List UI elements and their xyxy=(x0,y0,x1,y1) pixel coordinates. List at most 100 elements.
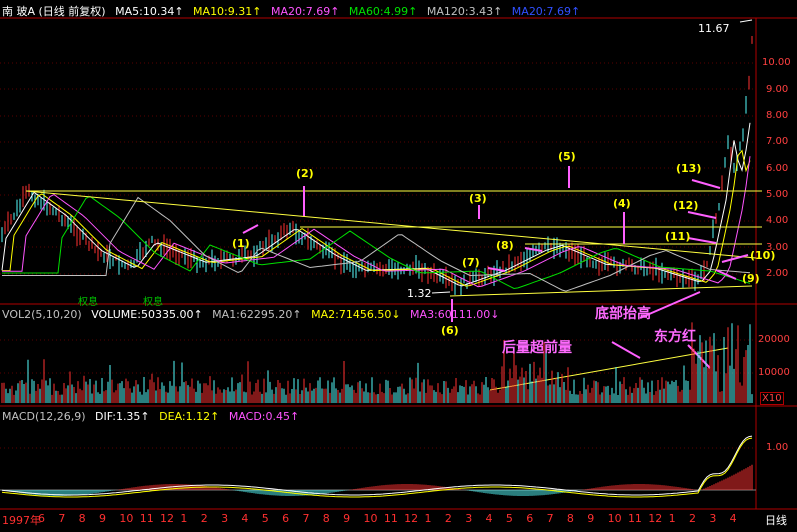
vol-ma1: MA1:62295.20↑ xyxy=(212,308,302,321)
x-tick-label: 7 xyxy=(546,512,554,525)
x-tick-label: 1997年 xyxy=(2,514,41,527)
x-tick-label: 9 xyxy=(587,512,595,525)
x-tick-label: 8 xyxy=(322,512,330,525)
price-tick-9: 9.00 xyxy=(766,84,789,95)
price-tick-5: 5.00 xyxy=(766,189,789,200)
macd-dif: DIF:1.35↑ xyxy=(95,410,150,423)
x-tick-label: 12 xyxy=(404,512,419,525)
macd-dea: DEA:1.12↑ xyxy=(159,410,220,423)
low-price-label: 1.32 xyxy=(407,287,432,300)
annotation-5: (5) xyxy=(558,150,576,163)
ma5-value: MA5:10.34↑ xyxy=(115,5,184,18)
ma10-line xyxy=(2,149,751,287)
x-tick-label: 5 xyxy=(261,512,269,525)
x-tick-label: 4 xyxy=(485,512,493,525)
x-tick-label: 9 xyxy=(99,512,107,525)
x-tick-label: 7 xyxy=(302,512,310,525)
ma20-value: MA20:7.69↑ xyxy=(270,5,340,18)
annotation-arrow xyxy=(691,179,721,189)
vol-title: VOL2(5,10,20) xyxy=(2,308,82,321)
vol-ma3: MA3:60111.00↓ xyxy=(410,308,500,321)
price-tick-2: 2.00 xyxy=(766,268,789,279)
x-tick-label: 12 xyxy=(648,512,663,525)
note-red-east: 东方红 xyxy=(654,329,696,345)
low-pointer xyxy=(431,291,451,294)
x-tick-label: 7 xyxy=(58,512,66,525)
chart-stage[interactable] xyxy=(0,0,797,528)
vol-ma2: MA2:71456.50↓ xyxy=(311,308,401,321)
x-tick-label: 11 xyxy=(139,512,154,525)
note-bottom-raise: 底部抬高 xyxy=(595,306,651,322)
ma60-value: MA60:4.99↑ xyxy=(348,5,418,18)
x-tick-label: 4 xyxy=(729,512,737,525)
quanxi-marker-2[interactable]: 权息 xyxy=(143,293,163,308)
annotation-arrow xyxy=(611,341,641,359)
price-tick-10: 10.00 xyxy=(762,57,791,68)
macd-value: MACD:0.45↑ xyxy=(228,410,300,423)
x-tick-label: 3 xyxy=(709,512,717,525)
x-tick-label: 2 xyxy=(444,512,452,525)
x-tick-label: 8 xyxy=(566,512,574,525)
ma20b-value: MA20:7.69↑ xyxy=(511,5,581,18)
volume-header: VOL2(5,10,20) VOLUME:50335.00↑ MA1:62295… xyxy=(2,308,505,321)
annotation-7: (7) xyxy=(462,256,480,269)
macd-tick-1: 1.00 xyxy=(766,442,789,453)
x-tick-label: 6 xyxy=(526,512,534,525)
annotation-4: (4) xyxy=(613,197,631,210)
annotation-2: (2) xyxy=(296,167,314,180)
annotation-arrow xyxy=(687,211,717,219)
x-tick-label: 1 xyxy=(668,512,676,525)
annotation-8: (8) xyxy=(496,239,514,252)
macd-header: MACD(12,26,9) DIF:1.35↑ DEA:1.12↑ MACD:0… xyxy=(2,410,305,423)
annotation-3: (3) xyxy=(469,192,487,205)
annotation-arrow xyxy=(242,224,259,234)
annotation-arrow xyxy=(687,237,717,244)
ma60-line xyxy=(2,195,751,290)
price-tick-6: 6.00 xyxy=(766,163,789,174)
x-tick-label: 6 xyxy=(38,512,45,525)
stock-title: 南 玻A (日线 前复权) xyxy=(2,5,106,18)
note-volume: 后量超前量 xyxy=(502,340,572,356)
x-tick-label: 1 xyxy=(424,512,432,525)
x-tick-label: 5 xyxy=(505,512,513,525)
x-tick-label: 9 xyxy=(343,512,351,525)
price-tick-4: 4.00 xyxy=(766,215,789,226)
x-tick-label: 3 xyxy=(465,512,473,525)
trendline-6 xyxy=(449,285,753,297)
ma120-value: MA120:3.43↑ xyxy=(426,5,503,18)
annotation-13: (13) xyxy=(676,162,702,175)
high-price-label: 11.67 xyxy=(698,22,730,35)
quanxi-marker-1[interactable]: 权息 xyxy=(78,293,98,308)
high-pointer xyxy=(739,19,753,23)
vol-scale-x10: X10 xyxy=(760,392,784,405)
vol-value: VOLUME:50335.00↑ xyxy=(91,308,203,321)
x-tick-label: 11 xyxy=(627,512,642,525)
x-tick-label: 1 xyxy=(180,512,188,525)
ma10-value: MA10:9.31↑ xyxy=(193,5,262,18)
annotation-12: (12) xyxy=(673,199,699,212)
x-tick-label: 3 xyxy=(221,512,229,525)
annotation-10: (10) xyxy=(750,249,776,262)
x-tick-label: 6 xyxy=(282,512,290,525)
trendline-2 xyxy=(25,190,757,259)
x-tick-label: 4 xyxy=(241,512,249,525)
annotation-arrow xyxy=(687,344,711,369)
x-tick-label: 10 xyxy=(607,512,622,525)
price-tick-7: 7.00 xyxy=(766,136,789,147)
vol-tick-20000: 20000 xyxy=(758,334,790,345)
annotation-6: (6) xyxy=(441,324,459,337)
x-tick-label: 8 xyxy=(78,512,86,525)
x-tick-label: 11 xyxy=(383,512,398,525)
annotation-1: (1) xyxy=(232,237,250,250)
vol-tick-10000: 10000 xyxy=(758,367,790,378)
price-header: 南 玻A (日线 前复权) MA5:10.34↑ MA10:9.31↑ MA20… xyxy=(2,3,586,19)
x-tick-label: 2 xyxy=(688,512,696,525)
x-tick-label: 12 xyxy=(160,512,175,525)
annotation-9: (9) xyxy=(742,272,760,285)
macd-title: MACD(12,26,9) xyxy=(2,410,86,423)
price-tick-8: 8.00 xyxy=(766,110,789,121)
stock-chart-canvas[interactable] xyxy=(0,0,797,528)
x-tick-label: 10 xyxy=(119,512,134,525)
x-tick-label: 2 xyxy=(200,512,208,525)
period-label[interactable]: 日线 xyxy=(765,512,787,528)
